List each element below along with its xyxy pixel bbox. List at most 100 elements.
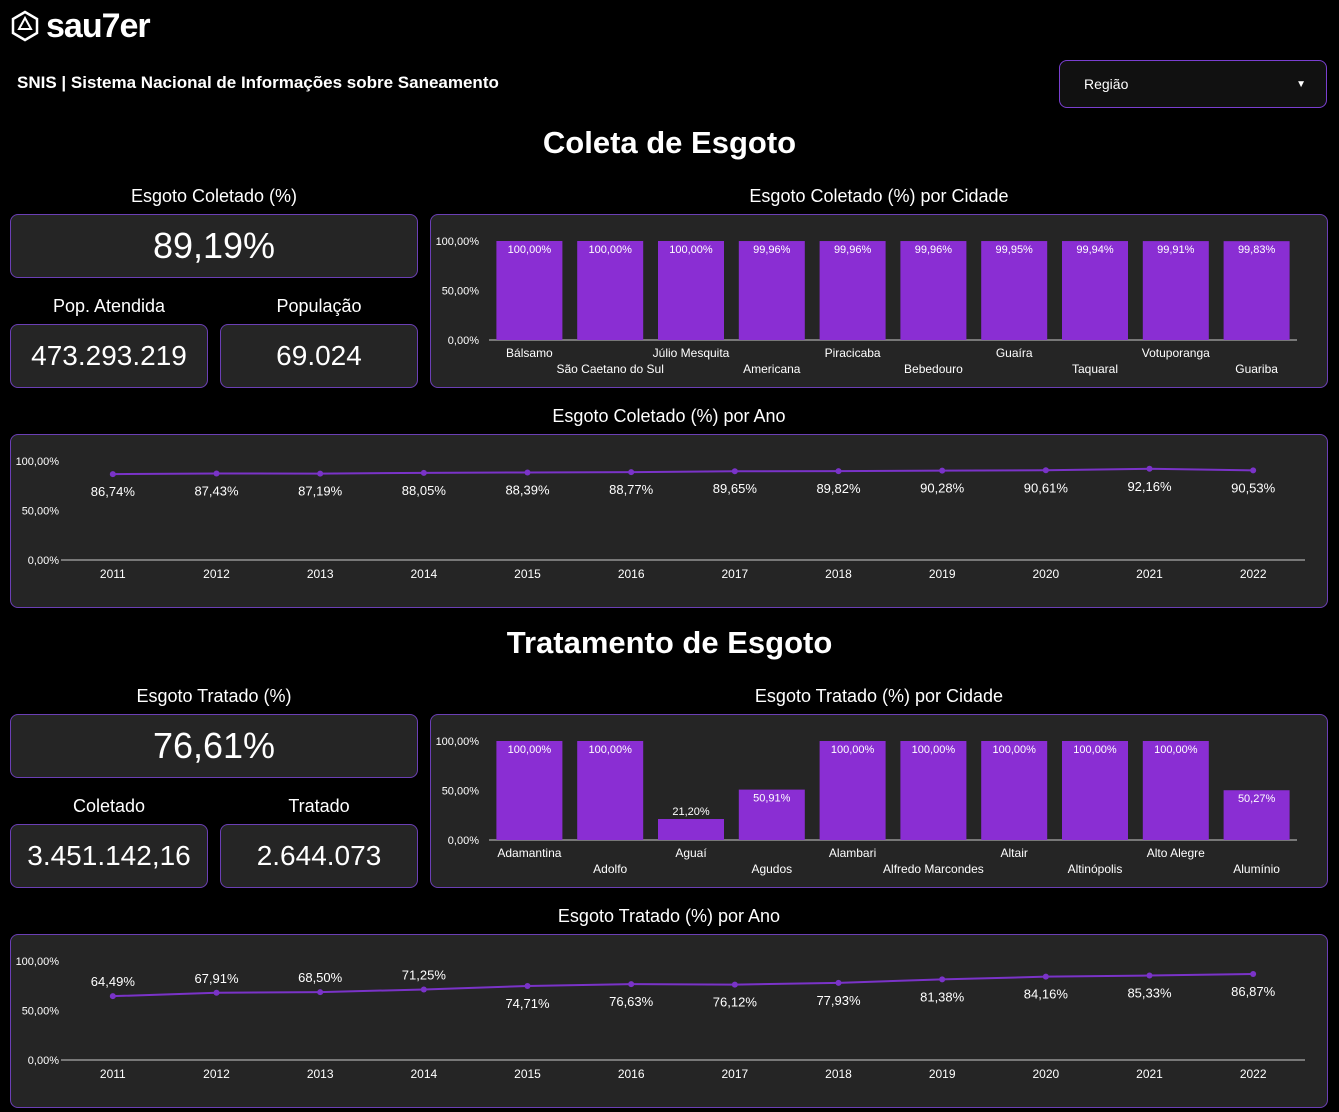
data-point bbox=[317, 989, 324, 996]
data-point bbox=[109, 993, 116, 1000]
bar-value-label: 100,00% bbox=[588, 744, 632, 756]
category-label: Alumínio bbox=[1233, 862, 1280, 876]
coleta-kpi2-card: 473.293.219 bbox=[10, 324, 208, 388]
bar-value-label: 100,00% bbox=[992, 744, 1036, 756]
brand-logo: sau7er bbox=[10, 8, 151, 44]
x-tick-label: 2021 bbox=[1136, 1067, 1163, 1081]
data-point bbox=[939, 467, 946, 474]
bar-value-label: 99,96% bbox=[915, 244, 953, 256]
x-tick-label: 2016 bbox=[618, 567, 645, 581]
data-label: 76,63% bbox=[609, 994, 654, 1009]
data-point bbox=[213, 989, 220, 996]
category-label: Guaíra bbox=[996, 346, 1033, 360]
y-tick-label: 50,00% bbox=[442, 286, 480, 298]
coleta-line-chart: 0,00% 50,00% 100,00% 86,74% 2011 87,43% 2012 87… bbox=[16, 456, 1305, 581]
y-tick-label: 100,00% bbox=[436, 736, 480, 748]
x-tick-label: 2015 bbox=[514, 567, 541, 581]
y-tick-label: 0,00% bbox=[28, 555, 59, 567]
x-tick-label: 2011 bbox=[100, 567, 126, 581]
y-tick-label: 0,00% bbox=[448, 835, 479, 847]
x-tick-label: 2022 bbox=[1240, 567, 1267, 581]
data-label: 90,61% bbox=[1024, 480, 1069, 495]
tratamento-kpi-card: 76,61% bbox=[10, 714, 418, 778]
data-label: 90,53% bbox=[1231, 480, 1276, 495]
series-line bbox=[112, 972, 1254, 998]
tratamento-kpi3-title: Tratado bbox=[288, 796, 350, 816]
coleta-kpi3-title: População bbox=[276, 296, 362, 316]
data-label: 92,16% bbox=[1127, 479, 1172, 494]
data-point bbox=[1250, 467, 1257, 474]
bar-value-label: 100,00% bbox=[508, 244, 552, 256]
y-tick-label: 100,00% bbox=[16, 956, 60, 968]
x-tick-label: 2013 bbox=[307, 567, 334, 581]
tratado-line-chart: 0,00% 50,00% 100,00% 64,49% 2011 67,91% 2012 68… bbox=[16, 956, 1305, 1081]
bar-value-label: 50,91% bbox=[753, 793, 791, 805]
x-tick-label: 2019 bbox=[929, 1067, 956, 1081]
y-tick-label: 0,00% bbox=[28, 1055, 59, 1067]
coleta-bar-title: Esgoto Coletado (%) por Cidade bbox=[749, 186, 1009, 206]
bar-value-label: 99,96% bbox=[753, 244, 791, 256]
tratamento-kpi2-card: 3.451.142,16 bbox=[10, 824, 208, 888]
category-label: Adolfo bbox=[593, 862, 627, 876]
bar-value-label: 100,00% bbox=[831, 744, 875, 756]
category-label: Bebedouro bbox=[904, 362, 963, 376]
tratamento-kpi-title: Esgoto Tratado (%) bbox=[136, 686, 292, 706]
y-tick-label: 0,00% bbox=[448, 335, 479, 347]
data-label: 90,28% bbox=[920, 481, 965, 496]
data-label: 89,82% bbox=[816, 481, 861, 496]
data-point bbox=[835, 979, 842, 986]
category-label: Adamantina bbox=[497, 846, 561, 860]
data-label: 87,19% bbox=[298, 484, 343, 499]
data-point bbox=[213, 470, 220, 477]
tratamento-line-card: 0,00% 50,00% 100,00% 64,49% 2011 67,91% 2012 68… bbox=[10, 934, 1328, 1108]
data-point bbox=[731, 468, 738, 475]
category-label: Americana bbox=[743, 362, 801, 376]
x-tick-label: 2022 bbox=[1240, 1067, 1267, 1081]
coleta-kpi3-value: 69.024 bbox=[276, 340, 362, 371]
page-subtitle: SNIS | Sistema Nacional de Informações s… bbox=[17, 73, 499, 92]
data-point bbox=[939, 976, 946, 983]
category-label: Alambari bbox=[829, 846, 876, 860]
y-tick-label: 100,00% bbox=[436, 236, 480, 248]
data-point bbox=[524, 983, 531, 990]
data-point bbox=[628, 981, 635, 988]
category-label: Altair bbox=[1001, 846, 1028, 860]
coleta-section-title: Coleta de Esgoto bbox=[542, 125, 797, 160]
category-label: Aguaí bbox=[675, 846, 707, 860]
category-label: Piracicaba bbox=[825, 346, 881, 360]
coleta-bar-chart: 0,00% 50,00% 100,00% 100,00% Bálsamo 100,00% S… bbox=[436, 236, 1297, 376]
coleta-kpi-title: Esgoto Coletado (%) bbox=[130, 186, 298, 206]
region-dropdown[interactable]: Região ▼ bbox=[1059, 60, 1327, 108]
x-tick-label: 2020 bbox=[1032, 1067, 1059, 1081]
tratamento-kpi2-value: 3.451.142,16 bbox=[27, 840, 191, 871]
x-tick-label: 2020 bbox=[1032, 567, 1059, 581]
series-line bbox=[112, 467, 1254, 476]
data-point bbox=[1146, 972, 1153, 979]
tratamento-kpi3-value: 2.644.073 bbox=[256, 840, 382, 871]
data-point bbox=[835, 468, 842, 475]
category-label: São Caetano do Sul bbox=[556, 362, 663, 376]
x-tick-label: 2012 bbox=[203, 567, 230, 581]
data-label: 64,49% bbox=[91, 974, 136, 989]
data-label: 89,65% bbox=[713, 481, 758, 496]
y-tick-label: 50,00% bbox=[442, 786, 480, 798]
coleta-kpi-value: 89,19% bbox=[152, 225, 276, 266]
bar-value-label: 99,83% bbox=[1238, 244, 1276, 256]
category-label: Bálsamo bbox=[506, 346, 553, 360]
bar-value-label: 99,95% bbox=[996, 244, 1034, 256]
coleta-kpi2-value: 473.293.219 bbox=[31, 340, 187, 371]
x-tick-label: 2018 bbox=[825, 1067, 852, 1081]
bar-value-label: 21,20% bbox=[672, 806, 710, 818]
x-tick-label: 2016 bbox=[618, 1067, 645, 1081]
bar-value-label: 99,96% bbox=[834, 244, 872, 256]
data-label: 86,87% bbox=[1231, 984, 1276, 999]
data-label: 88,77% bbox=[609, 482, 654, 497]
data-label: 74,71% bbox=[505, 996, 550, 1011]
category-label: Júlio Mesquita bbox=[653, 346, 730, 360]
data-label: 84,16% bbox=[1024, 987, 1069, 1002]
x-tick-label: 2014 bbox=[410, 1067, 437, 1081]
x-tick-label: 2013 bbox=[307, 1067, 334, 1081]
data-point bbox=[317, 470, 324, 477]
data-label: 68,50% bbox=[298, 970, 343, 985]
category-label: Alfredo Marcondes bbox=[883, 862, 984, 876]
